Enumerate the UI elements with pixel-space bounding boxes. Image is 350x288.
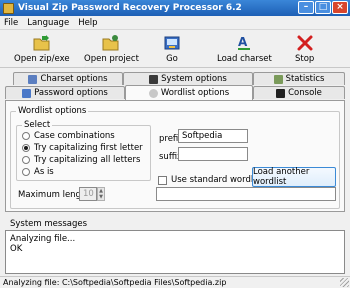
max-length-input[interactable]: 10 [79, 187, 97, 201]
wordlist-tab-icon [148, 88, 158, 98]
select-label: Select [22, 120, 53, 130]
console-tab-icon [276, 88, 286, 98]
options-tabs: Charset options System options Statistic… [5, 72, 345, 102]
wordlist-group-label: Wordlist options [16, 106, 89, 116]
status-text: Analyzing file: C:\Softpedia\Softpedia F… [3, 278, 227, 287]
go-button[interactable]: Go [163, 33, 181, 66]
checkbox[interactable] [158, 175, 167, 185]
wordlist-options-panel: Wordlist options Select Case combination… [5, 100, 345, 212]
menu-help[interactable]: Help [78, 18, 97, 28]
menu-file[interactable]: File [4, 18, 18, 28]
tab-charset-options[interactable]: Charset options [13, 72, 123, 85]
load-charset-button[interactable]: A Load charset [217, 33, 272, 66]
go-icon [164, 36, 180, 50]
prefix-input[interactable]: Softpedia [178, 129, 248, 143]
wordlist-path-input[interactable] [156, 187, 336, 201]
project-folder-icon [102, 35, 119, 51]
radio-capitalize-all[interactable]: Try capitalizing all letters [22, 155, 140, 165]
toolbar: Open zip/exe Open project Go A Load char… [0, 31, 350, 68]
radio-as-is[interactable]: As is [22, 167, 54, 177]
radio-button[interactable] [22, 132, 30, 140]
radio-capitalize-first[interactable]: Try capitalizing first letter [22, 143, 143, 153]
radio-button[interactable] [22, 156, 30, 164]
app-icon [3, 2, 14, 14]
close-button[interactable]: × [332, 1, 348, 14]
tab-wordlist-options[interactable]: Wordlist options [125, 85, 253, 100]
tab-console[interactable]: Console [253, 86, 345, 99]
menu-language[interactable]: Language [27, 18, 69, 28]
charset-tab-icon [28, 74, 38, 84]
max-length-spinner[interactable]: ▲ ▼ [97, 187, 105, 201]
svg-text:A: A [238, 35, 248, 49]
tab-password-options[interactable]: Password options [5, 86, 125, 99]
use-standard-wordlist-checkbox[interactable]: Use standard wordlist [158, 175, 263, 185]
charset-icon: A [238, 35, 251, 50]
system-messages-box[interactable]: Analyzing file... OK [5, 230, 345, 274]
load-another-wordlist-button[interactable]: Load another wordlist [252, 167, 336, 187]
stop-x-icon [297, 35, 313, 51]
password-tab-icon [22, 88, 32, 98]
message-line: OK [10, 244, 23, 254]
maximize-button[interactable]: □ [315, 1, 331, 14]
open-folder-icon [33, 35, 50, 51]
statistics-tab-icon [273, 74, 283, 84]
suffix-input[interactable] [178, 147, 248, 161]
radio-button-selected[interactable] [22, 144, 30, 152]
open-zip-button[interactable]: Open zip/exe [14, 33, 70, 66]
resize-grip-icon[interactable] [340, 278, 349, 287]
title-bar: Visual Zip Password Recovery Processor 6… [0, 0, 350, 16]
message-line: Analyzing file... [10, 234, 76, 244]
tab-statistics[interactable]: Statistics [253, 72, 345, 85]
window-controls: – □ × [298, 1, 348, 14]
radio-case-combinations[interactable]: Case combinations [22, 131, 115, 141]
system-tab-icon [149, 74, 159, 84]
tab-system-options[interactable]: System options [123, 72, 253, 85]
radio-button[interactable] [22, 168, 30, 176]
status-bar: Analyzing file: C:\Softpedia\Softpedia F… [0, 276, 350, 288]
window-title: Visual Zip Password Recovery Processor 6… [18, 3, 242, 13]
menu-bar: File Language Help [0, 16, 350, 30]
minimize-button[interactable]: – [298, 1, 314, 14]
stop-button[interactable]: Stop [295, 33, 314, 66]
open-project-button[interactable]: Open project [84, 33, 139, 66]
system-messages-label: System messages [10, 219, 88, 229]
